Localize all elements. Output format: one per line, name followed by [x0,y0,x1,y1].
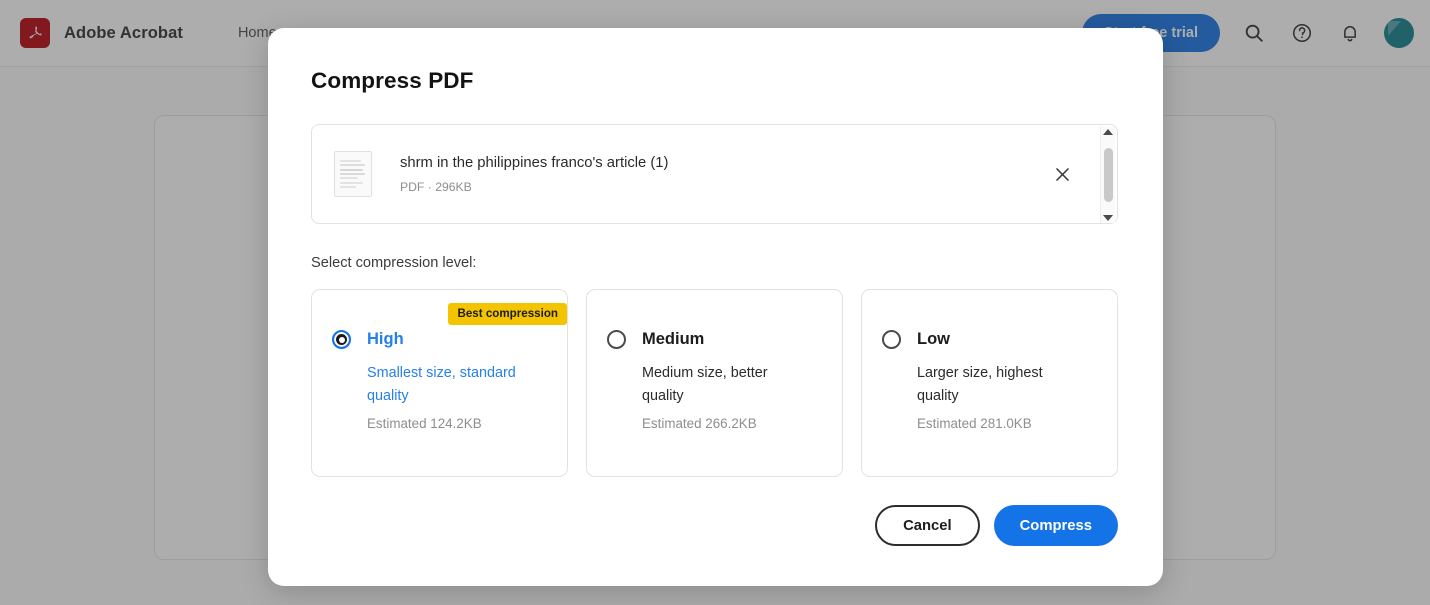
option-title-high: High [367,330,404,348]
scroll-up-arrow-icon[interactable] [1103,129,1113,135]
option-description-medium: Medium size, better quality [642,365,768,405]
file-list-scrollbar[interactable] [1100,127,1115,223]
compress-button[interactable]: Compress [993,505,1118,546]
option-description-high: Smallest size, standard quality [367,365,516,405]
radio-low[interactable] [882,330,901,349]
option-header: Medium [607,330,822,349]
file-meta-text: PDF · 296KB [400,179,472,194]
scroll-down-arrow-icon[interactable] [1103,215,1113,221]
option-estimate-high: Estimated 124.2KB [367,415,482,431]
pdf-document-thumbnail-icon [334,151,372,197]
file-list: shrm in the philippines franco's article… [311,124,1118,224]
compression-option-low[interactable]: Low Larger size, highest quality Estimat… [861,289,1118,477]
radio-medium[interactable] [607,330,626,349]
radio-high[interactable] [332,330,351,349]
cancel-button[interactable]: Cancel [875,505,980,546]
compress-pdf-dialog: Compress PDF shrm in the philippines fra… [268,28,1163,586]
compression-level-options: Best compression High Smallest size, sta… [311,289,1118,477]
file-info: shrm in the philippines franco's article… [400,155,668,194]
compression-option-medium[interactable]: Medium Medium size, better quality Estim… [586,289,843,477]
close-x-icon[interactable] [1047,159,1077,189]
option-description-low: Larger size, highest quality [917,365,1043,405]
option-title-low: Low [917,330,950,348]
compression-option-high[interactable]: Best compression High Smallest size, sta… [311,289,568,477]
compression-level-label: Select compression level: [311,255,477,271]
file-name: shrm in the philippines franco's article… [400,154,669,171]
scrollbar-thumb[interactable] [1103,148,1113,202]
option-title-medium: Medium [642,330,705,348]
best-compression-badge: Best compression [448,303,567,325]
dialog-title: Compress PDF [311,68,474,93]
option-header: High [332,330,547,349]
option-estimate-medium: Estimated 266.2KB [642,415,757,431]
dialog-actions: Cancel Compress [311,505,1118,546]
option-estimate-low: Estimated 281.0KB [917,415,1032,431]
option-header: Low [882,330,1097,349]
